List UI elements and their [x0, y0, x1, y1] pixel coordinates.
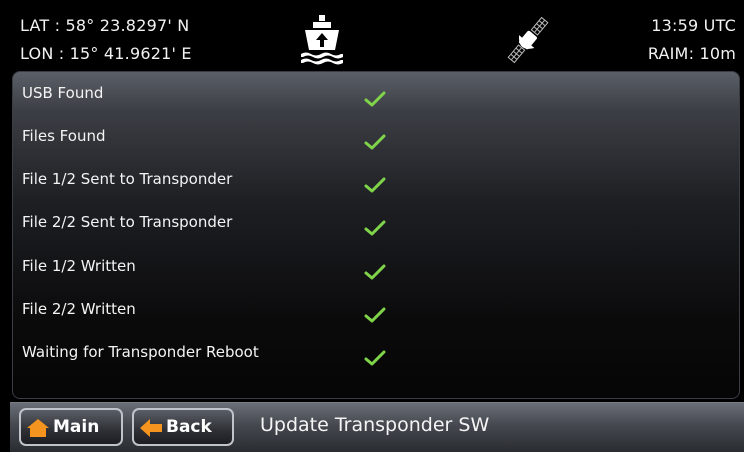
- status-label: File 1/2 Sent to Transponder: [22, 170, 233, 188]
- status-label: USB Found: [22, 84, 104, 102]
- home-icon: [27, 419, 49, 437]
- status-row-file2-sent: File 2/2 Sent to Transponder: [22, 213, 422, 243]
- update-status-panel: USB Found Files Found File 1/2 Sent to T…: [12, 71, 740, 399]
- status-label: File 2/2 Sent to Transponder: [22, 213, 233, 231]
- check-icon: [364, 220, 386, 236]
- check-icon: [364, 350, 386, 366]
- latitude-readout: LAT : 58° 23.8297' N: [20, 16, 190, 35]
- status-label: Waiting for Transponder Reboot: [22, 343, 259, 361]
- status-row-files-found: Files Found: [22, 127, 422, 157]
- status-row-file2-written: File 2/2 Written: [22, 300, 422, 330]
- back-button-label: Back: [166, 417, 212, 437]
- check-icon: [364, 134, 386, 150]
- status-label: Files Found: [22, 127, 106, 145]
- raim-readout: RAIM: 10m: [647, 44, 736, 63]
- status-row-waiting-reboot: Waiting for Transponder Reboot: [22, 343, 422, 373]
- status-row-usb-found: USB Found: [22, 84, 422, 114]
- ship-icon: [301, 15, 343, 65]
- status-row-file1-written: File 1/2 Written: [22, 257, 422, 287]
- check-icon: [364, 264, 386, 280]
- main-button[interactable]: Main: [19, 408, 123, 446]
- status-row-file1-sent: File 1/2 Sent to Transponder: [22, 170, 422, 200]
- footer-bar: Main Back Update Transponder SW: [10, 402, 744, 452]
- status-label: File 1/2 Written: [22, 257, 136, 275]
- main-button-label: Main: [53, 417, 100, 437]
- satellite-icon: [507, 16, 549, 64]
- longitude-readout: LON : 15° 41.9621' E: [20, 44, 192, 63]
- check-icon: [364, 91, 386, 107]
- back-arrow-icon: [140, 419, 162, 437]
- check-icon: [364, 177, 386, 193]
- device-screen: LAT : 58° 23.8297' N LON : 15° 41.9621' …: [10, 10, 744, 452]
- back-button[interactable]: Back: [132, 408, 234, 446]
- check-icon: [364, 307, 386, 323]
- utc-time: 13:59 UTC: [651, 16, 736, 35]
- page-title: Update Transponder SW: [260, 414, 490, 436]
- status-label: File 2/2 Written: [22, 300, 136, 318]
- status-header: LAT : 58° 23.8297' N LON : 15° 41.9621' …: [10, 10, 744, 68]
